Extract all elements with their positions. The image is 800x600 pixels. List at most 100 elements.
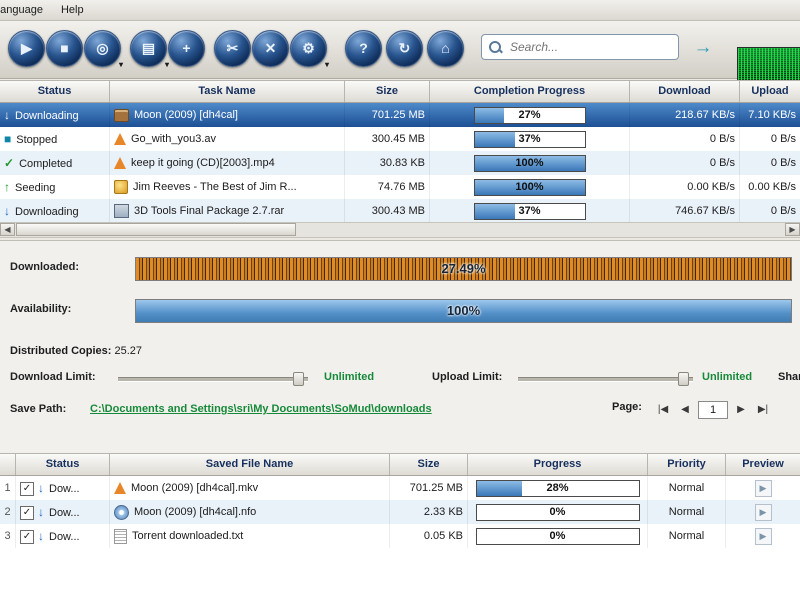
search-go-button[interactable]: →	[690, 35, 716, 61]
preview-button[interactable]: ▶	[754, 480, 772, 497]
download-speed: 0 B/s	[630, 127, 740, 151]
column-header-priority[interactable]: Priority	[648, 454, 726, 475]
file-checkbox[interactable]: ✓	[20, 506, 34, 521]
column-header-upload[interactable]: Upload	[740, 81, 800, 102]
column-header-size[interactable]: Size	[345, 81, 430, 102]
search-input[interactable]	[508, 39, 672, 55]
file-progress-label: 0%	[549, 506, 566, 518]
column-header-file-progress[interactable]: Progress	[468, 454, 648, 475]
menu-bar: Language Help	[0, 0, 800, 21]
file-row[interactable]: 3 ✓ ↓ Dow... Torrent downloaded.txt 0.05 K…	[0, 524, 800, 548]
availability-percent: 100%	[446, 303, 481, 318]
column-header-task-name[interactable]: Task Name	[110, 81, 345, 102]
task-row[interactable]: ■ Stopped Go_with_you3.av 300.45 MB 37% 0…	[0, 127, 800, 151]
task-row[interactable]: ↓ Downloading 3D Tools Final Package 2.7.…	[0, 199, 800, 223]
delete-button[interactable]: ✕	[252, 30, 289, 67]
slider-handle[interactable]	[293, 372, 304, 386]
stopped-icon: ■	[4, 132, 12, 146]
file-row[interactable]: 1 ✓ ↓ Dow... Moon (2009) [dh4cal].mkv 701.…	[0, 476, 800, 500]
column-header-file-size[interactable]: Size	[390, 454, 468, 475]
progress-bar: 37%	[473, 131, 586, 148]
progress-bar: 100%	[473, 179, 586, 196]
help-button[interactable]: ?	[345, 30, 382, 67]
file-priority: Normal	[648, 476, 726, 500]
file-type-icon	[114, 180, 128, 195]
status-label: Downloading	[15, 206, 79, 218]
preview-button[interactable]: ▶	[754, 504, 772, 521]
file-progress-label: 28%	[546, 482, 569, 494]
open-file-button[interactable]: ▤ ▾	[130, 30, 169, 69]
add-task-button[interactable]: +	[168, 30, 205, 67]
stop-button[interactable]: ■	[46, 30, 83, 67]
task-size: 701.25 MB	[345, 103, 430, 127]
page-number-input[interactable]: 1	[698, 401, 728, 419]
scroll-left-button[interactable]: ◀	[0, 223, 15, 236]
save-path-link[interactable]: C:\Documents and Settings\sri\My Documen…	[90, 403, 432, 415]
column-header-saved-file-name[interactable]: Saved File Name	[110, 454, 390, 475]
status-label: Seeding	[15, 182, 56, 194]
file-name: Moon (2009) [dh4cal].nfo	[134, 506, 257, 518]
row-number: 1	[0, 476, 16, 500]
file-size: 701.25 MB	[390, 476, 468, 500]
upload-limit-label: Upload Limit:	[432, 371, 503, 383]
upload-speed: 0 B/s	[770, 205, 796, 217]
row-number: 3	[0, 524, 16, 548]
column-header-status[interactable]: Status	[0, 81, 110, 102]
settings-button[interactable]: ⚙ ▾	[290, 30, 329, 69]
upload-speed: 0 B/s	[770, 133, 796, 145]
completed-icon: ✓	[4, 156, 15, 170]
column-header-preview[interactable]: Preview	[726, 454, 800, 475]
file-name: Moon (2009) [dh4cal].mkv	[131, 482, 259, 494]
download-speed: 0 B/s	[630, 151, 740, 175]
horizontal-scrollbar[interactable]: ◀ ▶	[0, 222, 800, 238]
file-progress-bar: 0%	[475, 504, 640, 521]
file-type-icon	[114, 108, 129, 122]
column-header-file-status[interactable]: Status	[16, 454, 110, 475]
home-button[interactable]: ⌂	[427, 30, 464, 67]
menu-item-help[interactable]: Help	[52, 2, 93, 18]
task-name: 3D Tools Final Package 2.7.rar	[134, 205, 285, 217]
file-checkbox[interactable]: ✓	[20, 482, 34, 497]
dropdown-arrow-icon: ▾	[164, 60, 169, 69]
downloading-icon: ↓	[4, 108, 10, 122]
file-row[interactable]: 2 ✓ ↓ Dow... Moon (2009) [dh4cal].nfo 2.33…	[0, 500, 800, 524]
save-path-label: Save Path:	[10, 403, 67, 415]
task-row[interactable]: ✓ Completed keep it going (CD)[2003].mp4 …	[0, 151, 800, 175]
file-size: 2.33 KB	[390, 500, 468, 524]
tools-button[interactable]: ✂	[214, 30, 251, 67]
progress-label: 100%	[515, 181, 544, 193]
slider-handle[interactable]	[678, 372, 689, 386]
download-speed: 218.67 KB/s	[630, 103, 740, 127]
download-limit-label: Download Limit:	[10, 371, 96, 383]
refresh-button[interactable]: ↻	[386, 30, 423, 67]
prev-page-button[interactable]: ◀	[676, 401, 694, 418]
download-limit-value: Unlimited	[324, 371, 375, 383]
tasks-table-header: Status Task Name Size Completion Progres…	[0, 80, 800, 103]
toolbar: ▶ ■ ◎▾ ▤▾ + ✂ ✕ ⚙▾ ? ↻ ⌂ →	[0, 21, 800, 88]
next-page-button[interactable]: ▶	[732, 401, 750, 418]
network-button[interactable]: ◎ ▾	[84, 30, 123, 69]
column-header-download[interactable]: Download	[630, 81, 740, 102]
last-page-button[interactable]: ▶|	[754, 401, 772, 418]
menu-item-language[interactable]: Language	[0, 2, 52, 18]
first-page-button[interactable]: |◀	[654, 401, 672, 418]
start-button[interactable]: ▶	[8, 30, 45, 67]
row-number: 2	[0, 500, 16, 524]
scrollbar-thumb[interactable]	[16, 223, 296, 236]
details-panel: Downloaded: 27.49% Availability: 100% Di…	[0, 240, 800, 454]
task-row[interactable]: ↑ Seeding Jim Reeves - The Best of Jim R.…	[0, 175, 800, 199]
scroll-right-button[interactable]: ▶	[785, 223, 800, 236]
file-type-icon	[114, 528, 127, 544]
task-name: Jim Reeves - The Best of Jim R...	[133, 181, 297, 193]
dropdown-arrow-icon: ▾	[118, 60, 123, 69]
availability-label: Availability:	[10, 303, 72, 315]
file-checkbox[interactable]: ✓	[20, 530, 34, 545]
file-progress-bar: 0%	[475, 528, 640, 545]
task-row[interactable]: ↓ Downloading Moon (2009) [dh4cal] 701.25…	[0, 103, 800, 127]
column-header-progress[interactable]: Completion Progress	[430, 81, 630, 102]
file-priority: Normal	[648, 500, 726, 524]
download-limit-slider[interactable]	[118, 371, 308, 386]
slider-track	[518, 377, 693, 382]
preview-button[interactable]: ▶	[754, 528, 772, 545]
upload-limit-slider[interactable]	[518, 371, 693, 386]
